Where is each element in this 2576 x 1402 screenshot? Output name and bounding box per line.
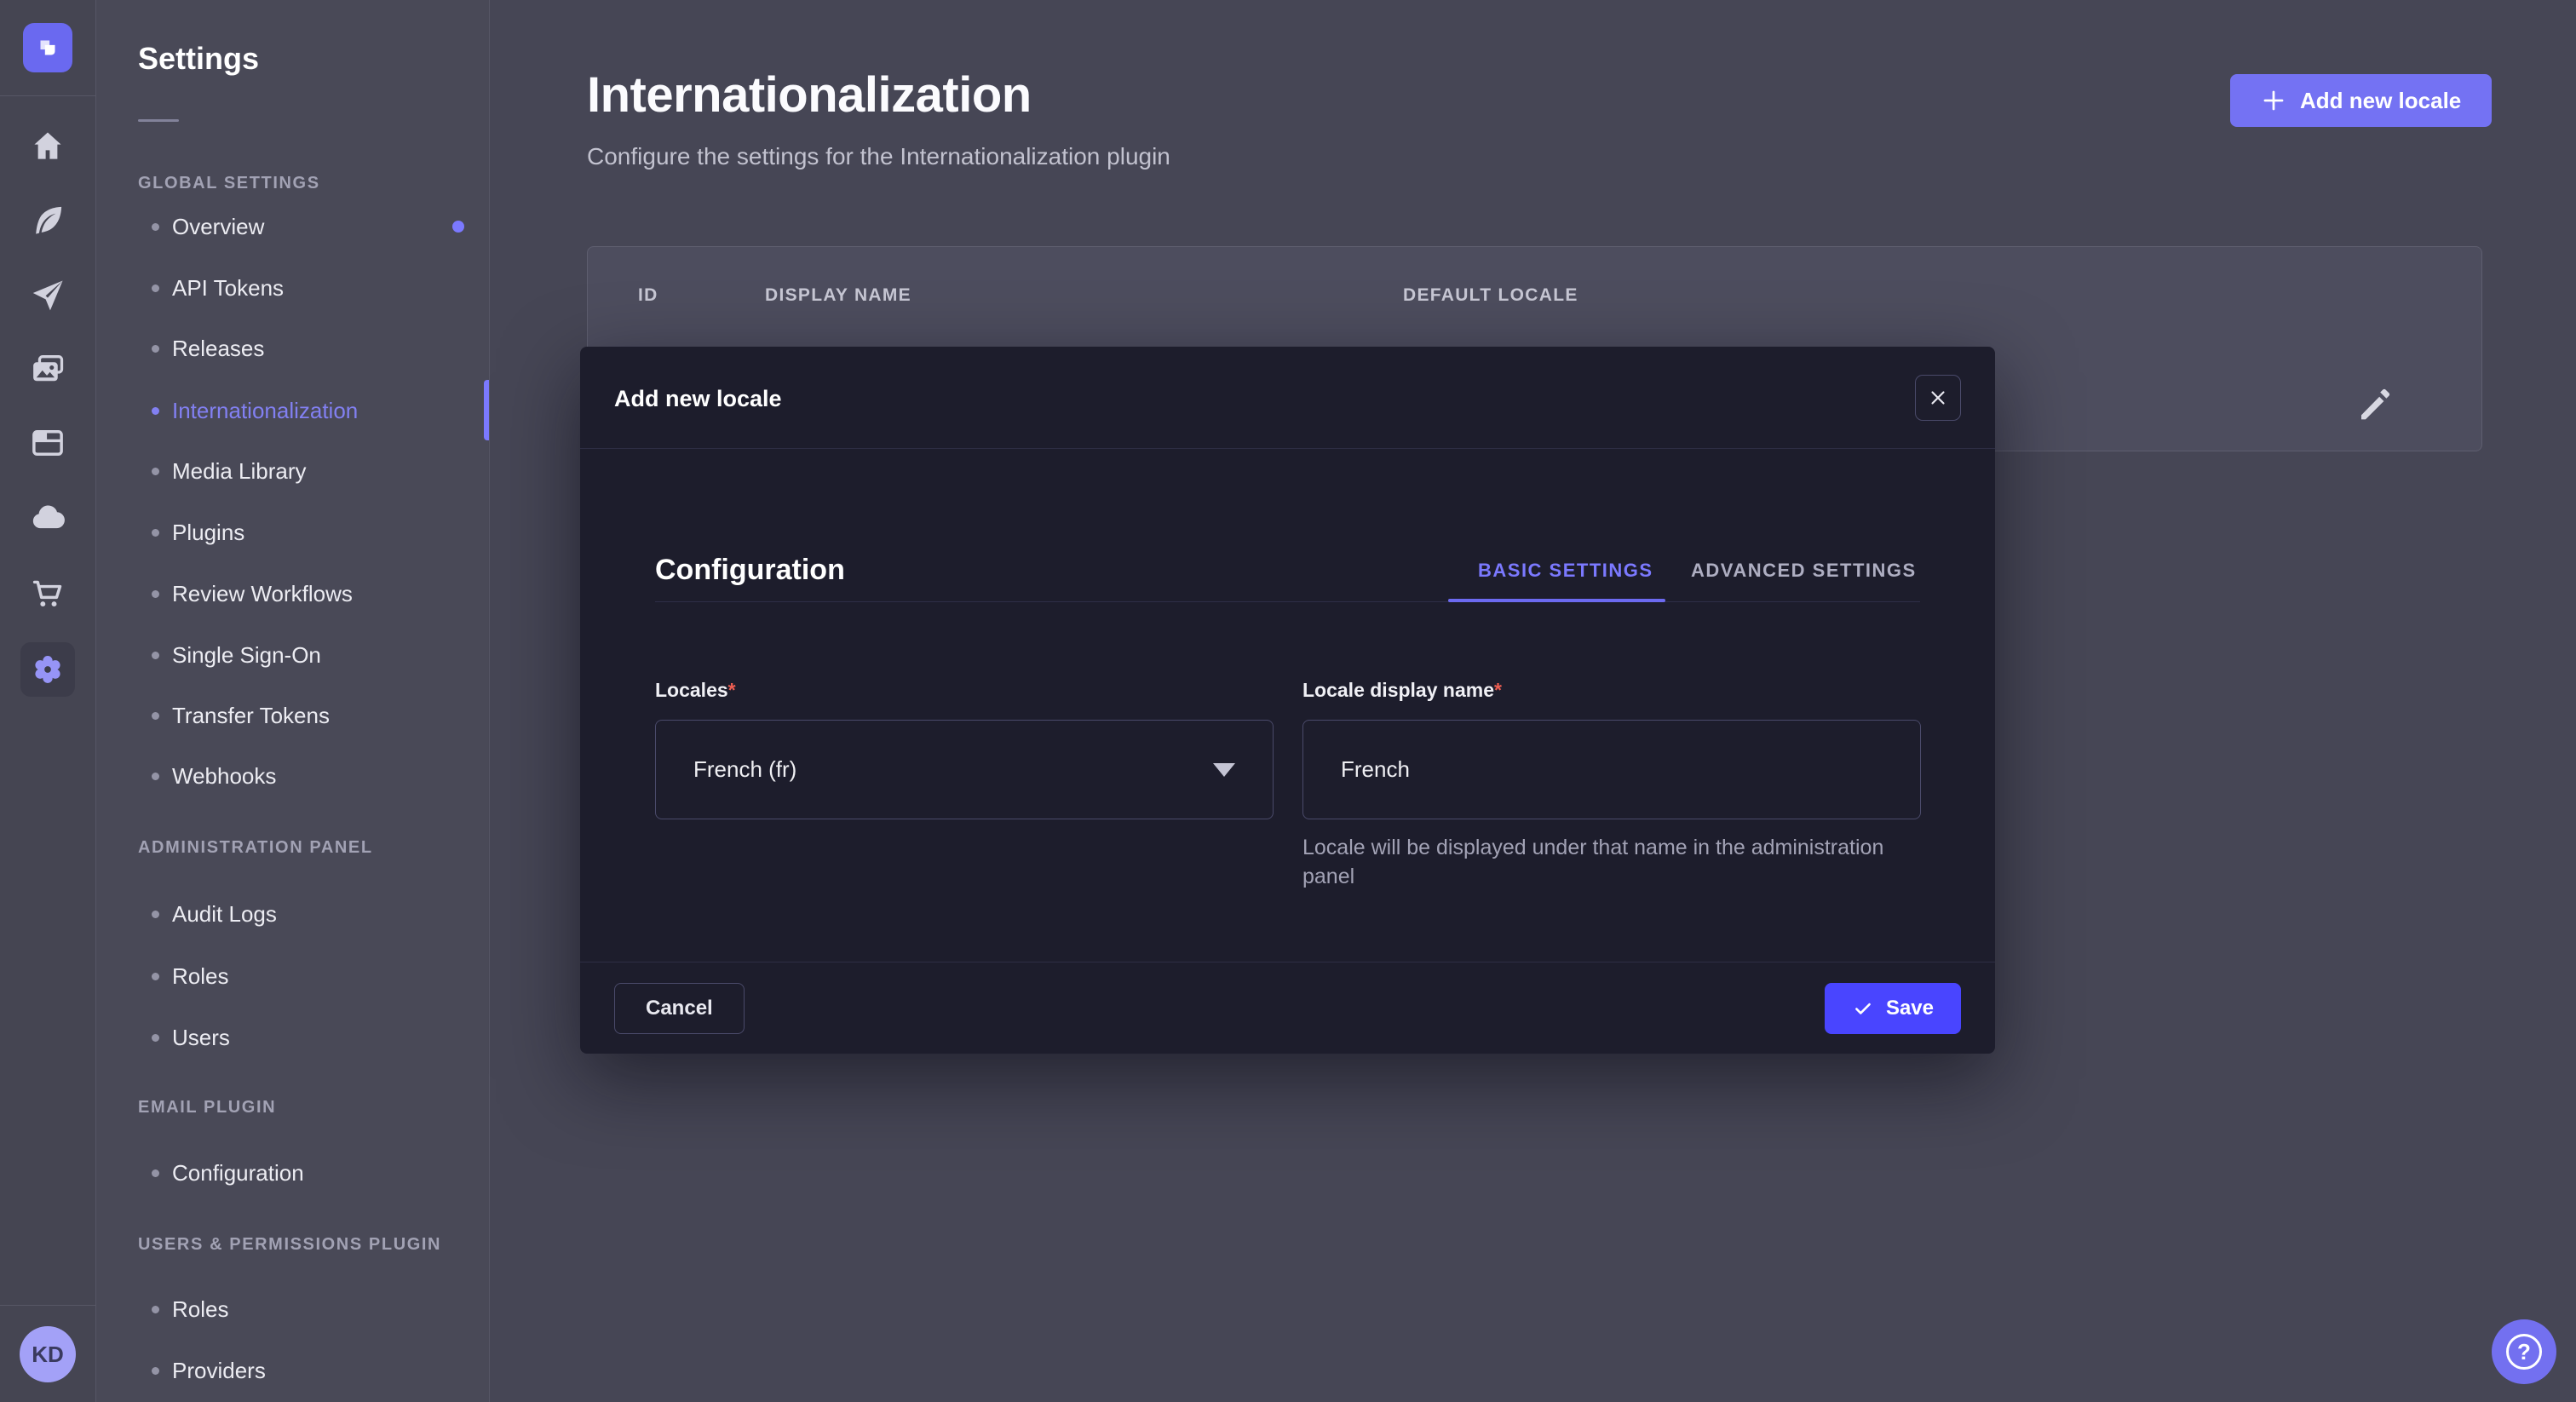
feather-icon[interactable] [29,202,66,239]
active-tab-underline [1448,599,1665,602]
save-button[interactable]: Save [1825,983,1961,1034]
question-mark-icon: ? [2506,1334,2542,1370]
close-button[interactable] [1915,375,1961,421]
plus-icon [2261,88,2286,113]
column-header-id: ID [638,285,658,306]
modal-header: Add new locale [580,347,1995,449]
strapi-logo[interactable] [23,23,72,72]
column-header-default-locale: DEFAULT LOCALE [1403,285,1578,306]
tab-basic-settings[interactable]: BASIC SETTINGS [1478,560,1653,582]
active-item-indicator [484,380,489,440]
sidebar-item-internationalization[interactable]: Internationalization [152,395,358,426]
required-marker: * [728,679,736,701]
display-name-field: Locale display name* Locale will be disp… [1302,677,1921,891]
sidebar-item-releases[interactable]: Releases [152,333,264,364]
locales-select[interactable]: French (fr) [655,720,1274,819]
display-name-label: Locale display name* [1302,677,1921,703]
sidebar-title-divider [138,119,179,122]
sidebar-item-roles-admin[interactable]: Roles [152,961,228,991]
sidebar-item-roles-up[interactable]: Roles [152,1294,228,1324]
add-locale-modal: Add new locale Configuration BASIC SETTI… [580,347,1995,1054]
sidebar-item-providers[interactable]: Providers [152,1355,266,1386]
section-email-plugin: EMAIL PLUGIN [138,1095,276,1120]
sidebar-item-users[interactable]: Users [152,1022,230,1053]
sidebar-item-audit-logs[interactable]: Audit Logs [152,899,277,929]
layout-icon[interactable] [29,424,66,462]
modal-footer: Cancel Save [580,962,1995,1054]
sidebar-item-webhooks[interactable]: Webhooks [152,761,276,791]
display-name-hint: Locale will be displayed under that name… [1302,833,1936,891]
help-button[interactable]: ? [2492,1319,2556,1384]
avatar[interactable]: KD [20,1326,76,1382]
tabs-divider [655,601,1920,602]
save-label: Save [1886,997,1934,1020]
locales-field: Locales* French (fr) [655,677,1274,819]
edit-locale-button[interactable] [2355,383,2399,428]
chevron-down-icon [1213,763,1235,777]
nav-rail: KD [0,0,96,1402]
tab-advanced-settings[interactable]: ADVANCED SETTINGS [1691,560,1917,582]
add-new-locale-button[interactable]: Add new locale [2230,74,2492,127]
sidebar-item-overview[interactable]: Overview [152,211,264,242]
cloud-icon[interactable] [29,499,66,537]
section-global-settings: GLOBAL SETTINGS [138,170,320,196]
sidebar-item-plugins[interactable]: Plugins [152,517,244,548]
settings-sidebar: Settings GLOBAL SETTINGS Overview API To… [96,0,490,1402]
page-title: Internationalization [587,66,1032,124]
section-administration-panel: ADMINISTRATION PANEL [138,835,373,860]
sidebar-title: Settings [138,41,259,77]
rail-divider [0,95,96,96]
required-marker: * [1494,679,1502,701]
close-icon [1927,387,1949,409]
add-new-locale-label: Add new locale [2300,88,2461,114]
check-icon [1852,997,1874,1020]
home-icon[interactable] [29,128,66,165]
gear-icon[interactable] [29,651,66,688]
pencil-icon [2355,385,2395,426]
overview-notification-dot [452,221,464,233]
sidebar-item-single-sign-on[interactable]: Single Sign-On [152,640,321,670]
locales-select-value: French (fr) [693,756,796,783]
cancel-button[interactable]: Cancel [614,983,745,1034]
sidebar-item-email-configuration[interactable]: Configuration [152,1158,304,1188]
sidebar-item-media-library[interactable]: Media Library [152,456,307,486]
modal-title: Add new locale [614,386,782,412]
configuration-heading: Configuration [655,554,845,587]
send-icon[interactable] [29,276,66,313]
column-header-display-name: DISPLAY NAME [765,285,911,306]
media-library-icon[interactable] [29,350,66,388]
sidebar-item-transfer-tokens[interactable]: Transfer Tokens [152,700,330,731]
page-subtitle: Configure the settings for the Internati… [587,143,1170,170]
cart-icon[interactable] [29,575,66,612]
locales-label: Locales* [655,677,1274,703]
rail-bottom-divider [0,1305,96,1306]
sidebar-item-api-tokens[interactable]: API Tokens [152,273,284,303]
section-users-permissions-plugin: USERS & PERMISSIONS PLUGIN [138,1232,441,1257]
sidebar-item-review-workflows[interactable]: Review Workflows [152,578,353,609]
display-name-input[interactable] [1302,720,1921,819]
